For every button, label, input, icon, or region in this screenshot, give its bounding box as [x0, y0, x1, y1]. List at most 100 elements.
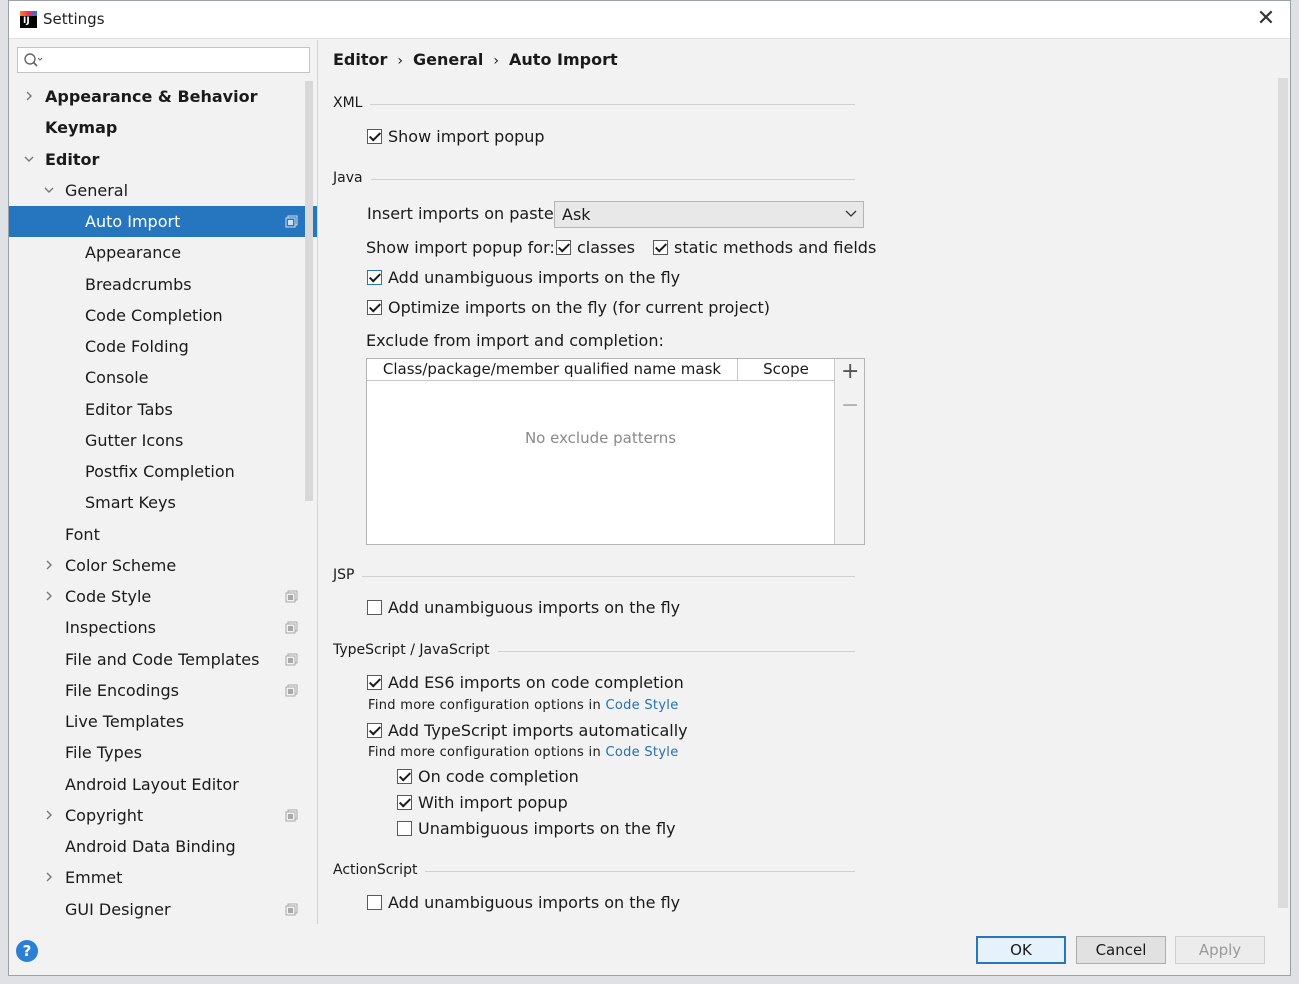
tree-item[interactable]: Code Completion	[9, 300, 305, 331]
tree-item[interactable]: GUI Designer	[9, 894, 305, 925]
tree-item[interactable]: Live Templates	[9, 706, 305, 737]
tree-item[interactable]: Android Data Binding	[9, 831, 305, 862]
code-style-link[interactable]: Code Style	[605, 698, 678, 713]
tree-item[interactable]: Editor	[9, 144, 305, 175]
checkbox-box[interactable]	[653, 240, 668, 255]
tree-item[interactable]: Console	[9, 362, 305, 393]
tree-item[interactable]: Keymap	[9, 112, 305, 143]
tree-item-label: Copyright	[65, 805, 144, 825]
checkbox-box[interactable]	[397, 795, 412, 810]
tree-item[interactable]: Inspections	[9, 612, 305, 643]
section-divider	[333, 179, 855, 180]
tree-item-label: Live Templates	[65, 712, 185, 731]
section-jsp: JSP	[333, 567, 855, 587]
chevron-right-icon[interactable]	[43, 809, 55, 821]
section-title: TypeScript / JavaScript	[333, 642, 498, 658]
section-xml: XML	[333, 95, 855, 115]
checkbox-box[interactable]	[367, 129, 382, 144]
tree-item-label: Color Scheme	[65, 555, 177, 575]
chevron-right-icon[interactable]	[23, 90, 35, 102]
help-icon[interactable]: ?	[16, 940, 38, 962]
tree-item[interactable]: Auto Import	[9, 206, 317, 238]
tree-item[interactable]: Color Scheme	[9, 550, 305, 581]
checkbox-label: Add unambiguous imports on the fly	[388, 893, 681, 912]
hint-text: Find more configuration options in	[368, 698, 602, 713]
tree-item[interactable]: Appearance & Behavior	[9, 81, 305, 112]
insert-imports-select[interactable]: Ask	[554, 201, 864, 228]
tree-item[interactable]: File Types	[9, 737, 305, 768]
breadcrumb-item: Auto Import	[509, 50, 618, 69]
section-typescript: TypeScript / JavaScript	[333, 642, 855, 662]
ok-button[interactable]: OK	[976, 936, 1066, 964]
tree-item[interactable]: Editor Tabs	[9, 394, 305, 425]
project-settings-icon	[285, 215, 298, 228]
tree-item-label: File Types	[65, 743, 142, 763]
settings-tree: Appearance & Behavior Keymap Editor General…	[9, 81, 317, 925]
chevron-down-icon[interactable]	[23, 153, 35, 165]
code-style-link[interactable]: Code Style	[605, 745, 678, 760]
search-box[interactable]	[17, 47, 310, 73]
tree-item-label: Keymap	[45, 118, 118, 138]
section-title: XML	[333, 95, 371, 111]
tree-item-label: Code Completion	[85, 305, 223, 325]
intellij-app-icon: IJ	[20, 11, 37, 28]
tree-item[interactable]: Breadcrumbs	[9, 269, 305, 300]
checkbox-label: Add unambiguous imports on the fly	[388, 268, 681, 287]
chevron-right-icon[interactable]	[43, 559, 55, 571]
checkbox-box[interactable]	[397, 821, 412, 836]
tree-item[interactable]: Postfix Completion	[9, 456, 305, 487]
search-input[interactable]	[44, 50, 304, 70]
close-icon[interactable]: ✕	[1254, 7, 1278, 31]
checkbox-box[interactable]	[556, 240, 571, 255]
apply-button[interactable]: Apply	[1175, 936, 1265, 964]
title-bar: IJ Settings ✕	[9, 1, 1290, 39]
checkbox-box[interactable]	[367, 895, 382, 910]
checkbox-box[interactable]	[397, 769, 412, 784]
tree-item[interactable]: Gutter Icons	[9, 425, 305, 456]
content-scrollbar[interactable]	[1278, 78, 1288, 908]
tree-item-label: Editor Tabs	[85, 399, 173, 419]
checkbox-box[interactable]	[367, 300, 382, 315]
remove-icon[interactable]: −	[841, 395, 859, 417]
table-empty-text: No exclude patterns	[524, 429, 677, 447]
section-title: JSP	[333, 567, 363, 583]
checkbox-box[interactable]	[367, 600, 382, 615]
checkbox-box[interactable]	[367, 270, 382, 285]
checkbox-label: Show import popup	[388, 127, 545, 146]
tree-item[interactable]: Font	[9, 519, 305, 550]
tree-item[interactable]: Copyright	[9, 800, 305, 831]
chevron-down-icon[interactable]	[43, 184, 55, 196]
project-settings-icon	[285, 621, 298, 634]
tree-item[interactable]: Android Layout Editor	[9, 769, 305, 800]
tree-item-label: Breadcrumbs	[85, 274, 192, 294]
tree-item-label: General	[65, 180, 129, 200]
tree-item[interactable]: Smart Keys	[9, 487, 305, 518]
project-settings-icon	[285, 903, 298, 915]
tree-item-label: Inspections	[65, 618, 156, 638]
checkbox-box[interactable]	[367, 723, 382, 738]
tree-item[interactable]: File and Code Templates	[9, 644, 305, 675]
tree-item-label: File Encodings	[65, 680, 179, 700]
cancel-button[interactable]: Cancel	[1076, 936, 1166, 964]
column-header-mask[interactable]: Class/package/member qualified name mask	[367, 359, 738, 380]
column-header-scope[interactable]: Scope	[738, 359, 834, 380]
chevron-right-icon[interactable]	[43, 590, 55, 602]
checkbox-label: Add unambiguous imports on the fly	[388, 598, 681, 617]
section-title: ActionScript	[333, 862, 426, 878]
tree-item-label: Smart Keys	[85, 493, 176, 513]
exclude-label: Exclude from import and completion:	[366, 331, 664, 350]
breadcrumb-item: General	[413, 50, 484, 69]
tree-item[interactable]: Appearance	[9, 237, 305, 268]
tree-item[interactable]: Code Folding	[9, 331, 305, 362]
tree-item[interactable]: General	[9, 175, 305, 206]
sidebar-scrollbar[interactable]	[305, 81, 313, 501]
checkbox-box[interactable]	[367, 675, 382, 690]
tree-item[interactable]: File Encodings	[9, 675, 305, 706]
checkbox-label: static methods and fields	[674, 238, 877, 257]
add-icon[interactable]: +	[841, 361, 859, 383]
select-value: Ask	[562, 205, 591, 224]
tree-item[interactable]: Code Style	[9, 581, 305, 612]
tree-item-label: File and Code Templates	[65, 649, 260, 669]
tree-item[interactable]: Emmet	[9, 862, 305, 893]
chevron-right-icon[interactable]	[43, 871, 55, 883]
